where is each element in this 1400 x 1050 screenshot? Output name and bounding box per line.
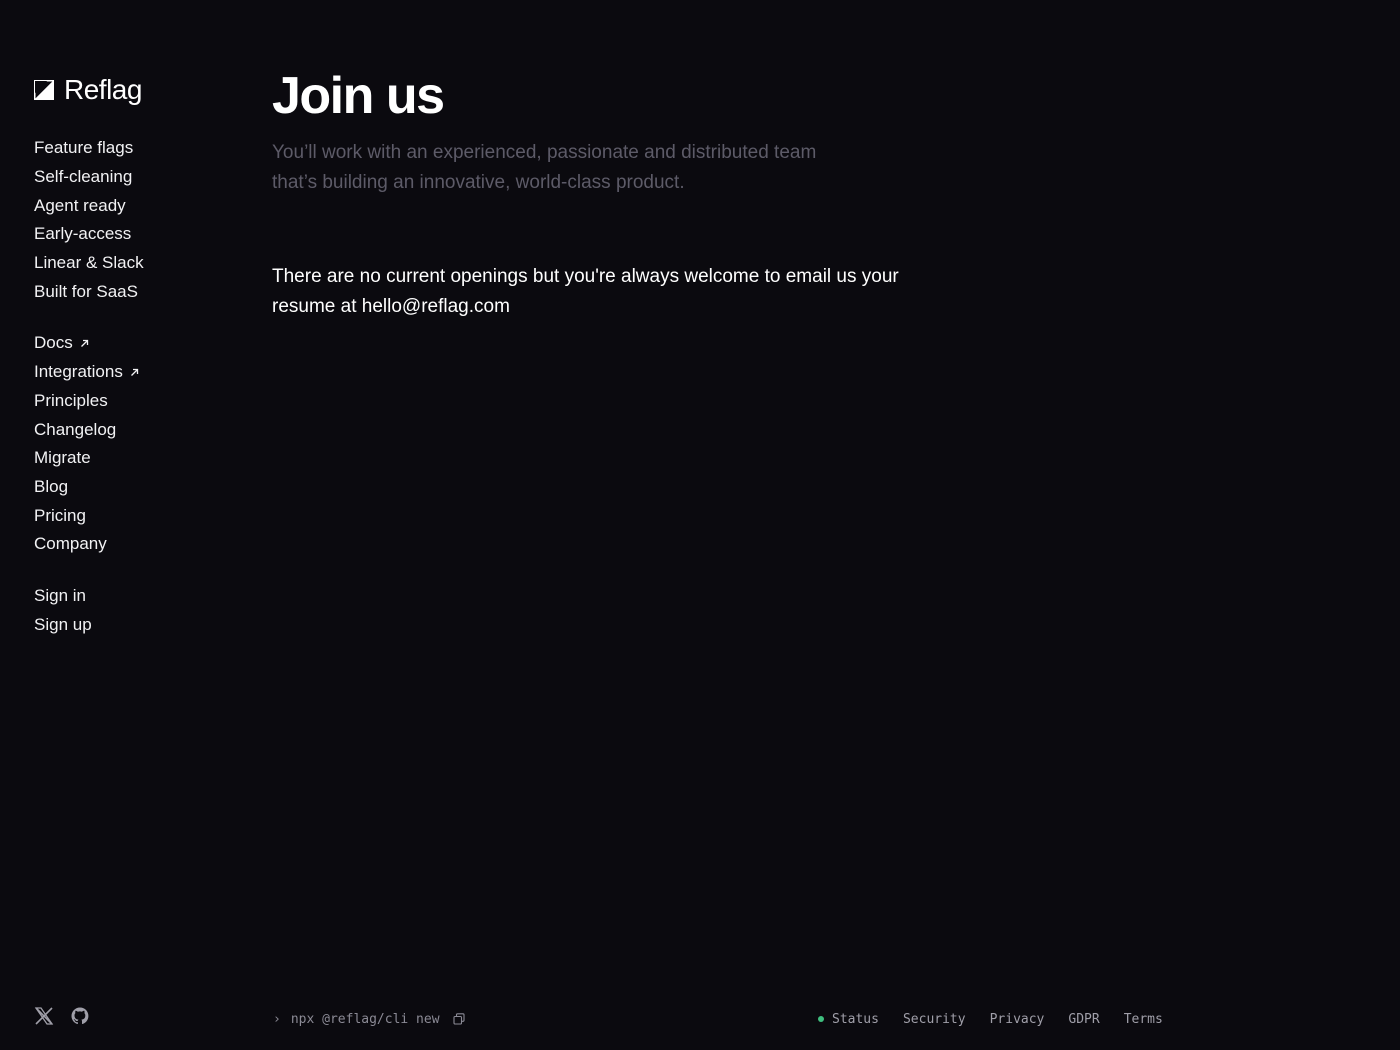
brand-name: Reflag [64,74,142,105]
nav-item-self-cleaning[interactable]: Self-cleaning [34,163,234,192]
nav-item-label: Integrations [34,362,123,382]
nav-item-agent-ready[interactable]: Agent ready [34,191,234,220]
copy-icon[interactable] [452,1013,465,1025]
x-twitter-icon[interactable] [34,1005,54,1027]
nav-item-migrate[interactable]: Migrate [34,444,234,473]
nav-auth: Sign in Sign up [34,582,234,639]
page-title: Join us [272,67,445,125]
nav-item-feature-flags[interactable]: Feature flags [34,134,234,163]
nav-item-integrations[interactable]: Integrations [34,358,234,387]
sidebar: Reflag Feature flags Self-cleaning Agent… [34,70,234,639]
status-indicator-icon [818,1016,824,1022]
nav-item-blog[interactable]: Blog [34,473,234,502]
page-subtitle: You’ll work with an experienced, passion… [272,142,817,193]
footer-links: Status Security Privacy GDPR Terms [818,1009,1163,1029]
cli-command: › npx @reflag/cli new [273,1009,465,1029]
nav-item-linear-slack[interactable]: Linear & Slack [34,249,234,278]
cli-command-text: npx @reflag/cli new [290,1011,440,1027]
nav-secondary: Docs Integrations Principles Changelog M… [34,329,234,559]
main-content: Join us You’ll work with an experienced,… [272,66,972,322]
nav-item-label: Docs [34,333,73,353]
sign-in-link[interactable]: Sign in [34,582,234,611]
nav-primary: Feature flags Self-cleaning Agent ready … [34,134,234,306]
nav-item-principles[interactable]: Principles [34,387,234,416]
social-links [34,1005,90,1027]
cli-prompt: › [273,1011,281,1027]
nav-item-company[interactable]: Company [34,530,234,559]
status-label: Status [832,1011,879,1027]
sign-up-link[interactable]: Sign up [34,610,234,639]
github-icon[interactable] [70,1005,90,1027]
status-link[interactable]: Status [818,1012,879,1027]
page: Reflag Feature flags Self-cleaning Agent… [0,0,1400,1050]
nav-item-early-access[interactable]: Early-access [34,220,234,249]
external-link-icon [130,368,138,376]
brand-logo[interactable]: Reflag [34,70,234,110]
nav-item-built-for-saas[interactable]: Built for SaaS [34,277,234,306]
external-link-icon [80,339,88,347]
terms-link[interactable]: Terms [1124,1012,1163,1027]
nav-item-changelog[interactable]: Changelog [34,415,234,444]
security-link[interactable]: Security [903,1012,966,1027]
reflag-logo-icon [34,80,54,100]
gdpr-link[interactable]: GDPR [1068,1012,1099,1027]
openings-message: There are no current openings but you're… [272,266,899,317]
nav-item-pricing[interactable]: Pricing [34,501,234,530]
nav-item-docs[interactable]: Docs [34,329,234,358]
privacy-link[interactable]: Privacy [990,1012,1045,1027]
